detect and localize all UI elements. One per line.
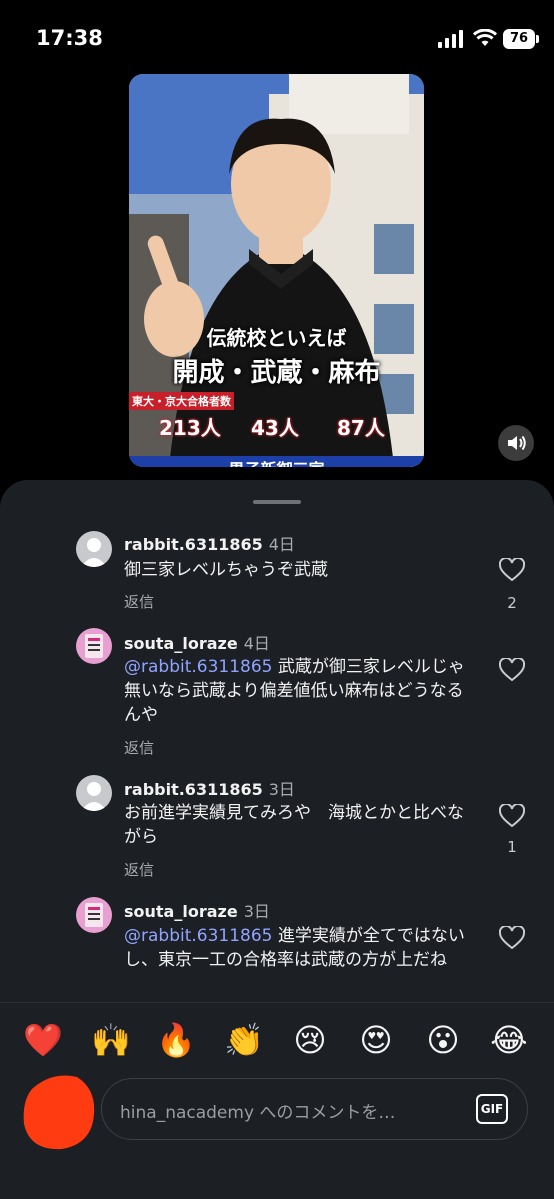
reaction-laughing-button[interactable]: 😂	[487, 1018, 531, 1062]
profile-photo-icon	[76, 897, 112, 933]
like-count: 1	[507, 838, 517, 856]
gif-button[interactable]: GIF	[476, 1094, 508, 1124]
cellular-signal-icon	[438, 30, 463, 48]
reaction-heart-eyes-button[interactable]: 😍	[354, 1018, 398, 1062]
comment-time: 3日	[243, 902, 270, 921]
mention-link[interactable]: @rabbit.6311865	[124, 657, 273, 677]
avatar[interactable]	[76, 531, 112, 567]
default-avatar-icon	[76, 531, 112, 567]
stat-kaisei: 213人	[159, 416, 221, 440]
reply-button[interactable]: 返信	[124, 859, 154, 880]
default-avatar-icon	[76, 775, 112, 811]
caption-bottom: 男子新御三家	[129, 456, 424, 467]
like-count: 2	[507, 594, 517, 612]
caption-top: 伝統校といえば	[206, 326, 347, 350]
own-avatar-redacted	[23, 1075, 95, 1150]
username-text[interactable]: souta_loraze	[124, 634, 238, 653]
quick-reactions-bar: ❤️ 🙌 🔥 👏 😢 😍 😮 😂	[0, 1018, 554, 1062]
video-player[interactable]: 伝統校といえば 開成・武蔵・麻布 東大・京大合格者数 213人 43人 87人 …	[129, 74, 424, 467]
reaction-raised-hands-button[interactable]: 🙌	[89, 1018, 133, 1062]
sheet-drag-handle[interactable]	[253, 500, 301, 504]
comment-text: @rabbit.6311865 武蔵が御三家レベルじゃ無いなら武蔵より偏差値低い…	[124, 655, 474, 727]
comment-username[interactable]: rabbit.6311865 3日	[124, 776, 295, 800]
reaction-clap-button[interactable]: 👏	[222, 1018, 266, 1062]
comment-body: お前進学実績見てみろや 海城とかと比べながら	[124, 803, 464, 847]
caption-main: 開成・武蔵・麻布	[172, 358, 381, 388]
reply-button[interactable]: 返信	[124, 737, 154, 758]
wifi-icon	[473, 29, 497, 46]
battery-indicator: 76	[503, 29, 535, 49]
comment-body: 御三家レベルちゃうぞ武蔵	[124, 560, 328, 580]
heart-icon[interactable]	[499, 558, 525, 582]
mute-toggle-button[interactable]	[498, 425, 534, 461]
comment-text: 御三家レベルちゃうぞ武蔵	[124, 558, 474, 582]
comment-text: @rabbit.6311865 進学実績が全てではないし、東京一工の合格率は武蔵…	[124, 924, 474, 972]
comment-username[interactable]: souta_loraze 4日	[124, 630, 270, 654]
username-text[interactable]: rabbit.6311865	[124, 780, 263, 799]
heart-icon[interactable]	[499, 926, 525, 950]
comment-username[interactable]: souta_loraze 3日	[124, 898, 270, 922]
stat-azabu: 87人	[337, 416, 385, 440]
heart-icon[interactable]	[499, 804, 525, 828]
comment-time: 3日	[268, 780, 295, 799]
avatar[interactable]	[76, 897, 112, 933]
reaction-heart-button[interactable]: ❤️	[21, 1018, 65, 1062]
mention-link[interactable]: @rabbit.6311865	[124, 926, 273, 946]
stat-label: 東大・京大合格者数	[129, 392, 234, 410]
comment-time: 4日	[268, 535, 295, 554]
reply-button[interactable]: 返信	[124, 591, 154, 612]
username-text[interactable]: souta_loraze	[124, 902, 238, 921]
avatar[interactable]	[76, 775, 112, 811]
comment-username[interactable]: rabbit.6311865 4日	[124, 531, 295, 555]
reaction-crying-button[interactable]: 😢	[288, 1018, 332, 1062]
comment-time: 4日	[243, 634, 270, 653]
status-bar: 17:38 76	[0, 0, 554, 80]
username-text[interactable]: rabbit.6311865	[124, 535, 263, 554]
reaction-fire-button[interactable]: 🔥	[154, 1018, 198, 1062]
status-time: 17:38	[36, 26, 103, 50]
avatar[interactable]	[76, 628, 112, 664]
heart-icon[interactable]	[499, 658, 525, 682]
profile-photo-icon	[76, 628, 112, 664]
battery-tip	[536, 35, 539, 43]
stat-musashi: 43人	[251, 416, 299, 440]
reaction-surprised-button[interactable]: 😮	[421, 1018, 465, 1062]
speaker-icon	[508, 435, 526, 451]
comment-text: お前進学実績見てみろや 海城とかと比べながら	[124, 801, 474, 849]
comment-input-placeholder[interactable]: hina_nacademy へのコメントを…	[120, 1098, 395, 1123]
